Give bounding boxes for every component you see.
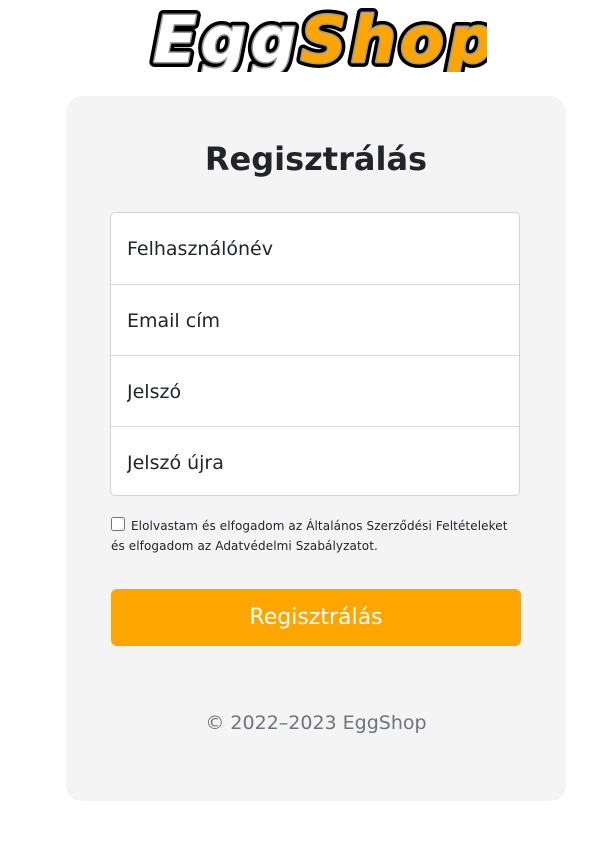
password-input[interactable] [111, 356, 519, 427]
page-title: Regisztrálás [204, 140, 428, 178]
eggshop-logo: EggShop EggShop EggShop [148, 2, 487, 72]
registration-fields [110, 212, 520, 498]
register-button[interactable]: Regisztrálás [111, 589, 521, 646]
terms-label: Elolvastam és elfogadom az Általános Sze… [111, 519, 508, 553]
email-input[interactable] [111, 285, 519, 356]
svg-text:EggShop: EggShop [153, 4, 487, 72]
terms-agreement: Elolvastam és elfogadom az Általános Sze… [111, 516, 521, 556]
terms-checkbox[interactable] [111, 517, 125, 531]
username-input[interactable] [111, 213, 519, 284]
copyright-text: © 2022–2023 EggShop [205, 712, 427, 734]
password-confirm-input[interactable] [111, 427, 519, 498]
